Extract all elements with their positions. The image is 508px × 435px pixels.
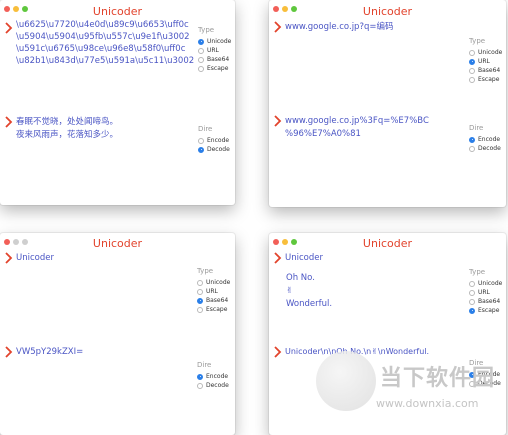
unicoder-window-base64: Unicoder Unicoder Type Unicode URL Base6… <box>0 233 235 435</box>
unicoder-window-unicode: Unicoder \u6625\u7720\u4e0d\u89c9\u6653\… <box>0 0 235 205</box>
radio-icon[interactable] <box>469 145 475 152</box>
type-unicode-option[interactable]: Unicode <box>469 279 502 288</box>
type-base64-option[interactable]: Base64 <box>469 66 502 75</box>
dire-encode-option[interactable]: Encode <box>197 372 229 381</box>
window-title: Unicoder <box>362 5 413 18</box>
radio-icon[interactable] <box>469 280 475 287</box>
unicoder-window-url: Unicoder www.google.co.jp?q=编码 Type Unic… <box>269 0 506 207</box>
header-label: Unicoder <box>285 253 323 263</box>
input-text[interactable]: www.google.co.jp?q=编码 <box>285 21 393 33</box>
chevron-right-icon <box>5 346 13 358</box>
input-text[interactable]: Oh No. ✌ Wonderful. <box>286 272 332 311</box>
dire-options: Dire Encode Decode <box>197 361 229 390</box>
chevron-right-icon <box>5 116 13 128</box>
type-escape-option[interactable]: Escape <box>469 75 502 84</box>
dire-encode-option[interactable]: Encode <box>198 136 230 145</box>
chevron-right-icon <box>274 346 282 358</box>
radio-icon[interactable] <box>197 279 203 286</box>
chevron-right-icon <box>5 252 13 264</box>
chevron-right-icon <box>5 22 13 34</box>
window-title: Unicoder <box>362 237 413 250</box>
type-url-option[interactable]: URL <box>469 57 502 66</box>
radio-icon[interactable] <box>197 288 203 295</box>
type-header: Type <box>198 26 215 34</box>
radio-icon[interactable] <box>469 298 475 305</box>
title-bar: Unicoder <box>269 0 506 22</box>
dire-header: Dire <box>198 125 213 133</box>
radio-icon[interactable] <box>197 382 203 389</box>
radio-selected-icon[interactable] <box>198 38 204 45</box>
dire-options: Dire Encode Decode <box>198 125 230 154</box>
type-options: Type Unicode URL Base64 Escape <box>469 37 502 84</box>
type-header: Type <box>469 268 486 276</box>
radio-icon[interactable] <box>469 49 475 56</box>
chevron-right-icon <box>274 252 282 264</box>
type-base64-option[interactable]: Base64 <box>469 297 502 306</box>
type-url-option[interactable]: URL <box>197 287 230 296</box>
radio-icon[interactable] <box>469 289 475 296</box>
type-unicode-option[interactable]: Unicode <box>197 278 230 287</box>
radio-selected-icon[interactable] <box>469 58 475 65</box>
type-header: Type <box>197 267 214 275</box>
window-title: Unicoder <box>92 237 143 250</box>
dire-header: Dire <box>197 361 212 369</box>
radio-icon[interactable] <box>197 306 203 313</box>
type-url-option[interactable]: URL <box>469 288 502 297</box>
radio-selected-icon[interactable] <box>197 297 203 304</box>
type-url-option[interactable]: URL <box>198 46 231 55</box>
input-text[interactable]: Unicoder <box>16 252 54 264</box>
output-text[interactable]: www.google.co.jp%3Fq=%E7%BC %96%E7%A0%81 <box>285 115 429 141</box>
type-options: Type Unicode URL Base64 Escape <box>197 267 230 314</box>
dire-encode-option[interactable]: Encode <box>469 135 501 144</box>
radio-icon[interactable] <box>469 76 475 83</box>
dire-header: Dire <box>469 124 484 132</box>
radio-selected-icon[interactable] <box>469 307 475 314</box>
type-base64-option[interactable]: Base64 <box>197 296 230 305</box>
radio-icon[interactable] <box>469 67 475 74</box>
dire-decode-option[interactable]: Decode <box>469 144 501 153</box>
type-unicode-option[interactable]: Unicode <box>469 48 502 57</box>
dire-decode-option[interactable]: Decode <box>198 145 230 154</box>
radio-selected-icon[interactable] <box>198 146 204 153</box>
dire-options: Dire Encode Decode <box>469 124 501 153</box>
type-options: Type Unicode URL Base64 Escape <box>469 268 502 315</box>
radio-icon[interactable] <box>198 137 204 144</box>
dire-decode-option[interactable]: Decode <box>197 381 229 390</box>
type-unicode-option[interactable]: Unicode <box>198 37 231 46</box>
window-title: Unicoder <box>92 5 143 18</box>
type-escape-option[interactable]: Escape <box>469 306 502 315</box>
type-base64-option[interactable]: Base64 <box>198 55 231 64</box>
input-text[interactable]: \u6625\u7720\u4e0d\u89c9\u6653\uff0c \u5… <box>16 19 194 67</box>
watermark-text: 当下软件园 <box>380 366 496 391</box>
output-text[interactable]: 春眠不觉晓，处处闻啼鸟。 夜来风雨声，花落知多少。 <box>16 116 118 142</box>
radio-selected-icon[interactable] <box>469 136 475 143</box>
radio-icon[interactable] <box>198 65 204 72</box>
type-options: Type Unicode URL Base64 Escape <box>198 26 231 73</box>
radio-icon[interactable] <box>198 56 204 63</box>
type-escape-option[interactable]: Escape <box>198 64 231 73</box>
watermark-url: www.downxia.com <box>376 397 479 410</box>
output-text[interactable]: VW5pY29kZXI= <box>16 346 83 358</box>
radio-icon[interactable] <box>198 47 204 54</box>
type-escape-option[interactable]: Escape <box>197 305 230 314</box>
watermark-logo-icon <box>316 351 376 411</box>
radio-selected-icon[interactable] <box>197 373 203 380</box>
type-header: Type <box>469 37 486 45</box>
chevron-right-icon <box>274 21 282 33</box>
chevron-right-icon <box>274 115 282 127</box>
